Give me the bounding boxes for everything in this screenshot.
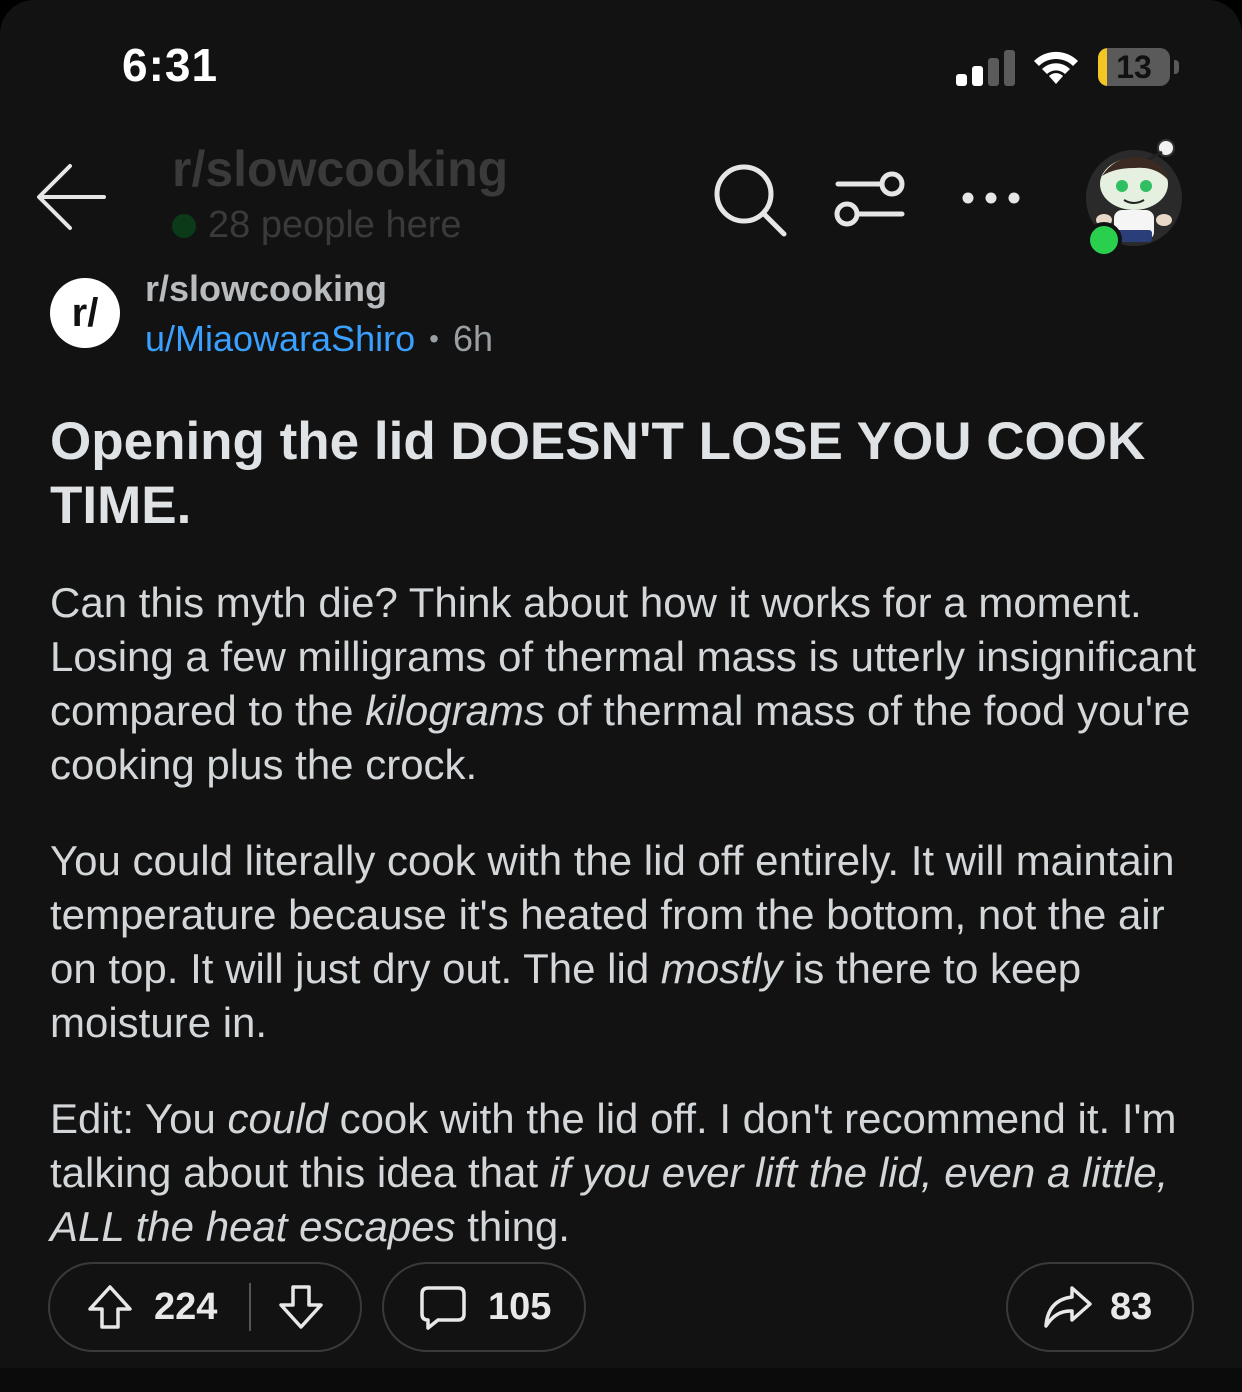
upvote-icon[interactable] xyxy=(86,1283,134,1331)
meta-separator: • xyxy=(429,323,439,354)
post-paragraph: You could literally cook with the lid of… xyxy=(50,834,1210,1050)
emphasis-text: mostly xyxy=(660,945,783,992)
filter-icon[interactable] xyxy=(834,168,906,230)
wifi-icon xyxy=(1034,51,1078,84)
user-avatar[interactable] xyxy=(1086,139,1182,258)
vote-divider xyxy=(249,1283,252,1331)
battery-indicator: 13 xyxy=(1098,48,1179,86)
avatar-online-indicator xyxy=(1086,222,1122,258)
post-paragraph: Edit: You could cook with the lid off. I… xyxy=(50,1092,1210,1254)
post-title: Opening the lid DOESN'T LOSE YOU COOK TI… xyxy=(50,412,1146,535)
body-text: thing. xyxy=(455,1203,570,1250)
app-screen: 6:31 13 r/slowcooking 28 people here r/ … xyxy=(0,0,1242,1368)
vote-score: 224 xyxy=(154,1285,218,1328)
share-icon xyxy=(1044,1286,1092,1328)
post-body: Can this myth die? Think about how it wo… xyxy=(50,576,1210,1296)
comment-icon xyxy=(420,1286,466,1330)
status-time: 6:31 xyxy=(122,39,219,91)
body-text: Edit: You xyxy=(50,1095,228,1142)
post-author[interactable]: u/MiaowaraShiro xyxy=(145,318,415,360)
header-subreddit-title[interactable]: r/slowcooking xyxy=(172,140,508,198)
online-dot-icon xyxy=(172,213,196,238)
comment-count: 105 xyxy=(488,1285,552,1328)
battery-level: 13 xyxy=(1116,49,1152,85)
vote-bar: 224 xyxy=(48,1262,362,1352)
online-count-text: 28 people here xyxy=(208,204,462,246)
post-paragraph: Can this myth die? Think about how it wo… xyxy=(50,576,1210,792)
emphasis-text: could xyxy=(227,1095,328,1142)
emphasis-text: kilograms xyxy=(365,687,545,734)
back-arrow-icon[interactable] xyxy=(34,160,108,234)
downvote-icon[interactable] xyxy=(277,1283,325,1331)
post-subreddit[interactable]: r/slowcooking xyxy=(145,268,387,310)
bottom-edge xyxy=(0,1368,1242,1392)
author-line: u/MiaowaraShiro • 6h xyxy=(145,318,493,360)
share-button[interactable]: 83 xyxy=(1006,1262,1194,1352)
post-age: 6h xyxy=(452,318,493,359)
more-icon[interactable] xyxy=(960,180,1022,216)
comments-button[interactable]: 105 xyxy=(382,1262,586,1352)
online-count: 28 people here xyxy=(172,204,462,247)
search-icon[interactable] xyxy=(712,162,788,238)
cellular-signal-icon xyxy=(956,50,1015,86)
subreddit-icon[interactable]: r/ xyxy=(50,278,120,348)
post-subreddit-label: r/slowcooking xyxy=(145,268,388,309)
share-count: 83 xyxy=(1110,1285,1153,1328)
